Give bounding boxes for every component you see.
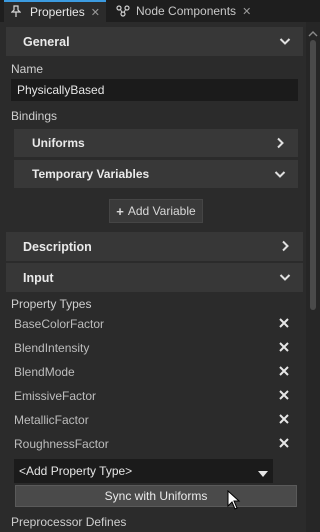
tab-properties[interactable]: Properties ✕	[4, 0, 106, 22]
remove-icon[interactable]	[278, 413, 290, 428]
tab-bar: Properties ✕ Node Components ✕	[0, 0, 320, 22]
subsection-temporary-variables[interactable]: Temporary Variables	[14, 160, 298, 188]
scrollbar-thumb[interactable]	[310, 40, 316, 310]
uniforms-title: Uniforms	[32, 136, 85, 150]
section-input-title: Input	[23, 270, 54, 285]
property-type-label: MetallicFactor	[14, 413, 89, 427]
property-type-row: BlendMode	[14, 360, 298, 384]
property-type-row: BaseColorFactor	[14, 312, 298, 336]
remove-icon[interactable]	[278, 389, 290, 404]
sync-with-uniforms-button[interactable]: Sync with Uniforms	[15, 485, 297, 507]
preprocessor-defines-label: Preprocessor Defines	[11, 515, 127, 529]
subsection-uniforms[interactable]: Uniforms	[14, 129, 298, 157]
add-variable-label: Add Variable	[127, 204, 196, 218]
property-type-row: BlendIntensity	[14, 336, 298, 360]
property-type-label: EmissiveFactor	[14, 389, 97, 403]
tab-node-components-label: Node Components	[136, 4, 237, 18]
plus-icon: +	[116, 203, 124, 219]
tab-node-components[interactable]: Node Components ✕	[108, 0, 260, 22]
property-type-row: RoughnessFactor	[14, 432, 298, 456]
chevron-down-icon	[279, 271, 291, 286]
section-description[interactable]: Description	[6, 232, 303, 261]
temporary-variables-title: Temporary Variables	[32, 167, 150, 181]
add-property-type-dropdown[interactable]: <Add Property Type>	[14, 459, 273, 483]
property-type-row: EmissiveFactor	[14, 384, 298, 408]
chevron-down-icon	[279, 35, 291, 50]
remove-icon[interactable]	[278, 317, 290, 332]
remove-icon[interactable]	[278, 437, 290, 452]
section-general-title: General	[23, 34, 70, 49]
section-input[interactable]: Input	[6, 263, 303, 292]
remove-icon[interactable]	[278, 365, 290, 380]
chevron-down-icon	[274, 168, 286, 183]
section-description-title: Description	[23, 239, 92, 254]
property-type-label: BlendIntensity	[14, 341, 90, 355]
property-type-row: MetallicFactor	[14, 408, 298, 432]
nodes-icon	[116, 5, 130, 17]
bindings-label: Bindings	[11, 109, 58, 123]
tab-properties-label: Properties	[30, 5, 85, 19]
property-type-label: RoughnessFactor	[14, 437, 109, 451]
add-property-type-label: <Add Property Type>	[19, 464, 133, 478]
mouse-cursor-icon	[227, 489, 241, 513]
remove-icon[interactable]	[278, 341, 290, 356]
property-types-label: Property Types	[11, 297, 92, 311]
close-icon[interactable]: ✕	[91, 6, 100, 19]
name-field[interactable]: PhysicallyBased	[11, 79, 298, 101]
close-icon[interactable]: ✕	[242, 5, 251, 18]
scroll-up-icon[interactable]	[308, 27, 318, 37]
name-label: Name	[11, 62, 44, 76]
property-type-label: BaseColorFactor	[14, 317, 105, 331]
property-type-label: BlendMode	[14, 365, 75, 379]
add-variable-button[interactable]: + Add Variable	[109, 199, 203, 223]
chevron-right-icon	[279, 240, 291, 255]
sync-with-uniforms-label: Sync with Uniforms	[104, 489, 208, 503]
dropdown-arrow-icon	[257, 467, 269, 481]
section-general[interactable]: General	[6, 27, 303, 56]
chevron-right-icon	[274, 137, 286, 152]
pin-icon	[11, 5, 21, 17]
